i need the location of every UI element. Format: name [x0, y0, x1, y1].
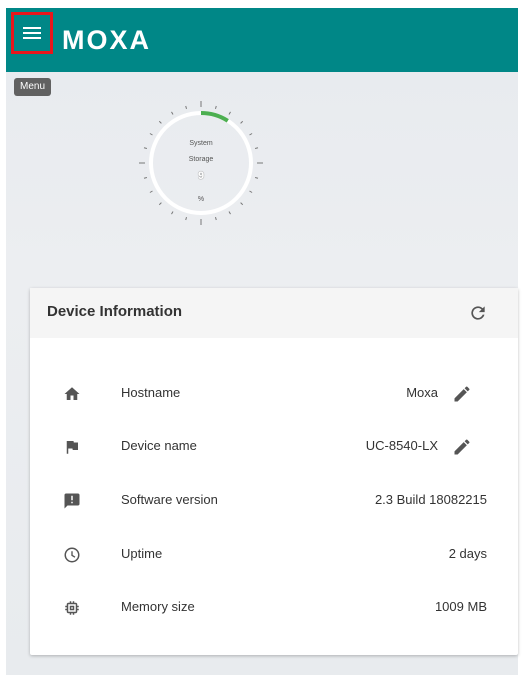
gauge-tick [149, 133, 153, 136]
hostname-label: Hostname [121, 385, 181, 400]
app-window: MOXA Menu System Storage 9 % Device Info… [6, 8, 518, 675]
gauge-subtitle: Storage [188, 156, 214, 163]
gauge-tick [185, 216, 187, 221]
gauge-tick [240, 120, 244, 124]
gauge-tick [228, 211, 231, 215]
device-name-value: UC-8540-LX [365, 438, 438, 453]
gauge-tick [215, 216, 217, 221]
clock-icon [62, 545, 82, 565]
pencil-icon [454, 386, 470, 402]
memory-size-label: Memory size [121, 599, 195, 614]
gauge-tick [249, 133, 253, 136]
brand-name: MOXA [62, 24, 151, 55]
moxa-logo: MOXA [62, 22, 151, 58]
uptime-value: 2 days [448, 546, 487, 561]
gauge-tick [215, 105, 217, 110]
info-row-device-name: Device name UC-8540-LX [30, 427, 518, 467]
home-icon [62, 384, 82, 404]
refresh-icon [471, 306, 485, 320]
gauge-tick [185, 105, 187, 110]
gauge-unit: % [197, 196, 205, 203]
chip-icon [62, 598, 82, 618]
card-header: Device Information [30, 288, 518, 338]
device-information-card: Device Information Hostname Moxa Device … [30, 288, 518, 655]
gauge-dial [139, 101, 263, 225]
gauge-tick [249, 190, 253, 193]
gauge-tick [143, 147, 148, 149]
info-row-memory-size: Memory size 1009 MB [30, 588, 518, 628]
hostname-value: Moxa [406, 385, 438, 400]
gauge-tick [158, 120, 162, 124]
edit-hostname-button[interactable] [450, 382, 474, 406]
info-row-uptime: Uptime 2 days [30, 535, 518, 575]
flag-icon [62, 437, 82, 457]
gauge-tick [228, 111, 231, 115]
gauge-tick [171, 211, 174, 215]
hamburger-icon [23, 27, 41, 39]
software-version-value: 2.3 Build 18082215 [374, 492, 487, 507]
gauge-value: 9 [197, 170, 205, 182]
info-row-software-version: Software version 2.3 Build 18082215 [30, 481, 518, 521]
edit-device-name-button[interactable] [450, 435, 474, 459]
uptime-label: Uptime [121, 546, 163, 561]
pencil-icon [454, 439, 470, 455]
menu-button[interactable] [11, 12, 53, 54]
alert-icon [62, 491, 82, 511]
refresh-button[interactable] [466, 301, 490, 325]
gauge-tick [149, 190, 153, 193]
info-row-hostname: Hostname Moxa [30, 374, 518, 414]
menu-tooltip: Menu [14, 78, 52, 96]
gauge-title: System [189, 140, 213, 147]
gauge-tick [171, 111, 174, 115]
gauge-tick [254, 147, 259, 149]
device-name-label: Device name [121, 438, 197, 453]
card-title: Device Information [47, 303, 183, 320]
top-bar: MOXA [6, 8, 518, 72]
storage-gauge: System Storage 9 % [136, 98, 266, 228]
memory-size-value: 1009 MB [434, 599, 487, 614]
software-version-label: Software version [121, 492, 218, 507]
